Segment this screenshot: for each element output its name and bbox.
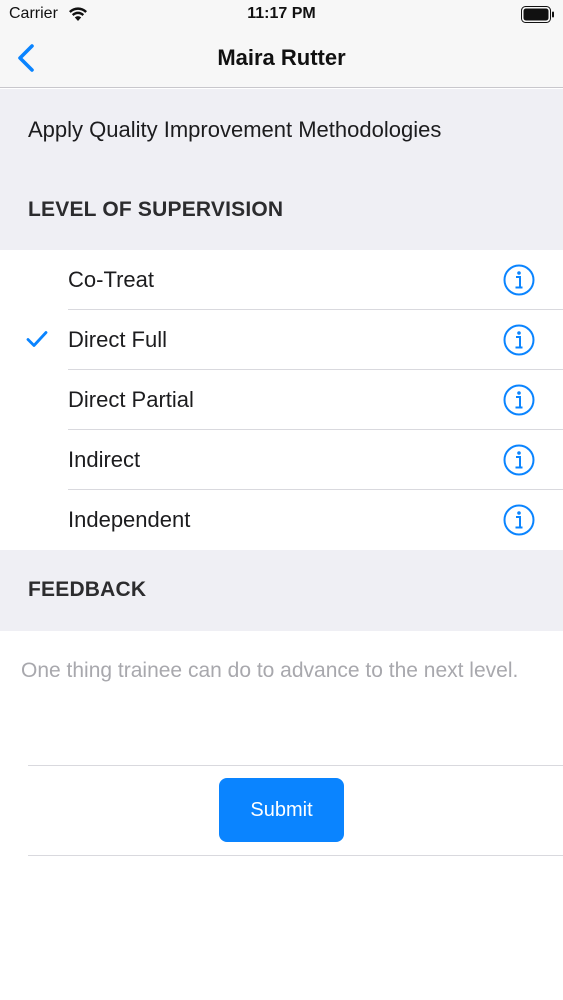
info-icon[interactable] <box>503 504 535 536</box>
battery-icon <box>521 6 554 23</box>
status-time: 11:17 PM <box>247 5 316 22</box>
option-label: Direct Full <box>68 327 168 352</box>
option-indirect[interactable]: Indirect <box>0 430 563 490</box>
info-icon[interactable] <box>503 444 535 476</box>
option-label: Co-Treat <box>68 267 154 292</box>
submit-button[interactable]: Submit <box>219 778 344 842</box>
option-co-treat[interactable]: Co-Treat <box>0 250 563 310</box>
checkmark-icon <box>26 331 48 347</box>
info-icon[interactable] <box>503 264 535 296</box>
option-direct-partial[interactable]: Direct Partial <box>0 370 563 430</box>
feedback-section-header: FEEDBACK <box>28 578 147 601</box>
nav-title: Maira Rutter <box>217 45 346 70</box>
feedback-input[interactable] <box>21 657 531 717</box>
navigation-bar: Maira Rutter <box>0 30 563 88</box>
divider <box>28 855 563 856</box>
status-bar: Carrier 11:17 PM <box>0 0 563 30</box>
competency-title: Apply Quality Improvement Methodologies <box>28 117 442 142</box>
info-icon[interactable] <box>503 384 535 416</box>
option-label: Indirect <box>68 447 141 472</box>
divider <box>28 765 563 766</box>
supervision-section-header: LEVEL OF SUPERVISION <box>28 198 284 221</box>
option-independent[interactable]: Independent <box>0 490 563 550</box>
option-direct-full[interactable]: Direct Full <box>0 310 563 370</box>
top-section-background <box>0 89 563 250</box>
feedback-container <box>0 631 563 761</box>
info-icon[interactable] <box>503 324 535 356</box>
option-label: Direct Partial <box>68 387 194 412</box>
supervision-options-list: Co-Treat Direct Full Direct Partial Indi… <box>0 250 563 550</box>
option-label: Independent <box>68 507 191 532</box>
